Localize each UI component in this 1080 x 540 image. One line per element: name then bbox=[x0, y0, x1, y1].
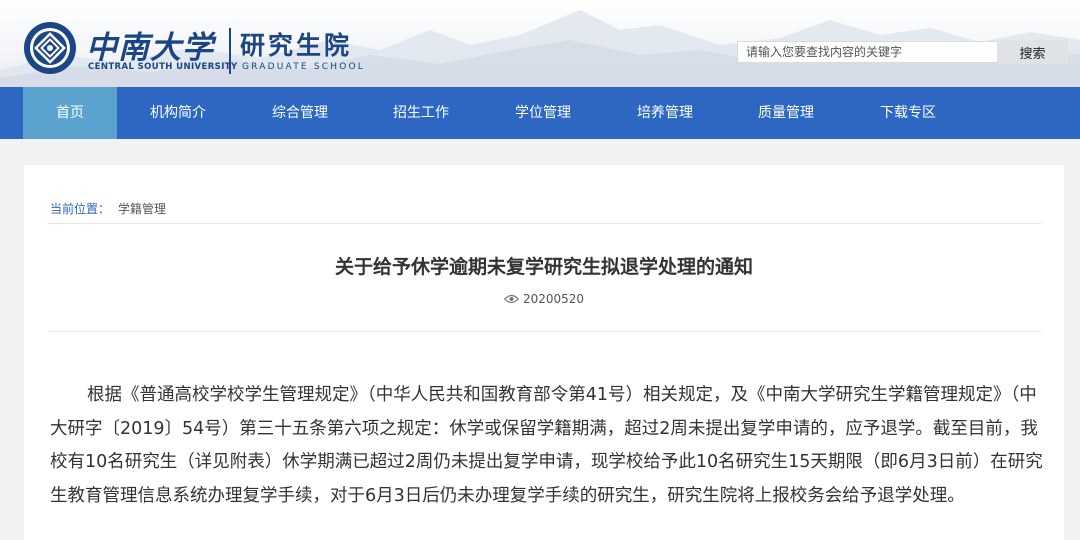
school-name-en: GRADUATE SCHOOL bbox=[242, 62, 365, 72]
breadcrumb-label: 当前位置： bbox=[50, 202, 111, 216]
eye-icon bbox=[503, 294, 519, 304]
university-logo[interactable]: 中南大学 CENTRAL SOUTH UNIVERSITY 研究生院 GRADU… bbox=[22, 20, 363, 76]
article-meta: 20200520 bbox=[24, 292, 1064, 306]
search-input[interactable] bbox=[737, 41, 998, 63]
article-title: 关于给予休学逾期未复学研究生拟退学处理的通知 bbox=[334, 256, 753, 278]
nav-item-general-admin[interactable]: 综合管理 bbox=[253, 87, 347, 139]
nav-item-about[interactable]: 机构简介 bbox=[131, 87, 225, 139]
university-name-en: CENTRAL SOUTH UNIVERSITY bbox=[88, 62, 238, 72]
nav-item-downloads[interactable]: 下载专区 bbox=[861, 87, 955, 139]
content-panel: 当前位置： 学籍管理 关于给予休学逾期未复学研究生拟退学处理的通知 2020052… bbox=[24, 165, 1064, 540]
divider-top bbox=[48, 223, 1041, 224]
search-button[interactable]: 搜索 bbox=[997, 40, 1068, 64]
university-seal-icon bbox=[24, 22, 76, 74]
nav-item-admissions[interactable]: 招生工作 bbox=[374, 87, 468, 139]
nav-item-home[interactable]: 首页 bbox=[23, 87, 117, 139]
breadcrumb: 当前位置： 学籍管理 bbox=[50, 200, 166, 217]
nav-item-training-admin[interactable]: 培养管理 bbox=[618, 87, 712, 139]
logo-divider bbox=[229, 28, 231, 74]
article-paragraph: 根据《普通高校学校学生管理规定》（中华人民共和国教育部令第41号）相关规定，及《… bbox=[50, 385, 1043, 506]
nav-item-degree-admin[interactable]: 学位管理 bbox=[496, 87, 590, 139]
main-nav: 首页 机构简介 综合管理 招生工作 学位管理 培养管理 质量管理 下载专区 bbox=[0, 87, 1080, 139]
breadcrumb-current[interactable]: 学籍管理 bbox=[118, 202, 166, 216]
site-header: 中南大学 CENTRAL SOUTH UNIVERSITY 研究生院 GRADU… bbox=[0, 0, 1080, 87]
university-name-cn: 中南大学 bbox=[86, 30, 214, 66]
divider-bottom bbox=[48, 331, 1041, 332]
nav-item-quality-admin[interactable]: 质量管理 bbox=[739, 87, 833, 139]
article-date: 20200520 bbox=[522, 292, 585, 306]
school-name-cn: 研究生院 bbox=[240, 31, 353, 60]
